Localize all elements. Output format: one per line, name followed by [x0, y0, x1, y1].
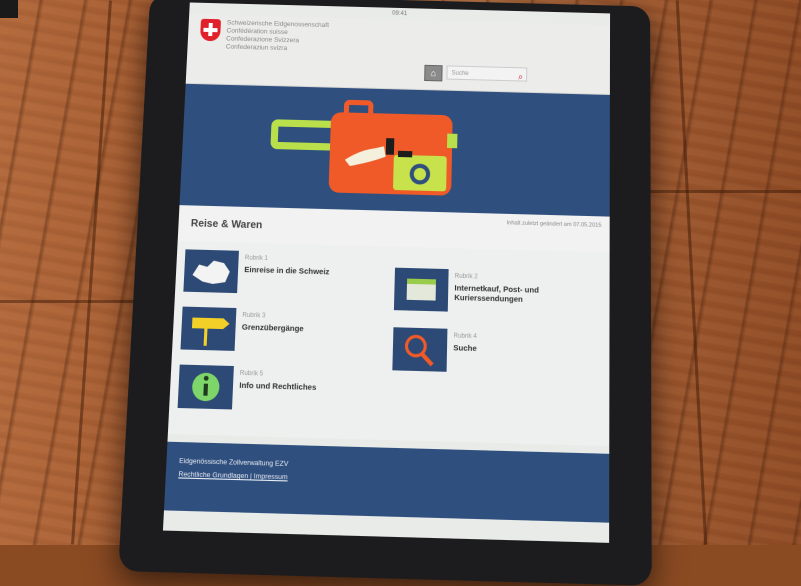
ipad-device: 09:41 Schweizerische Eidgenossenschaft C… — [118, 0, 652, 586]
signpost-icon — [180, 306, 237, 351]
item-rubrik: Rubrik 1 — [244, 255, 268, 263]
floor-plank-seam — [0, 300, 150, 303]
last-updated-text: Inhalt zuletzt geändert am 07.05.2015 — [506, 220, 602, 229]
footer-links[interactable]: Rechtliche Grundlagen | Impressum — [178, 471, 288, 482]
site-footer: Eidgenössische Zollverwaltung EZV Rechtl… — [163, 441, 610, 523]
confederation-line: Confederaziun svizra — [225, 43, 288, 53]
home-icon: ⌂ — [430, 67, 437, 79]
floor-plank-seam — [650, 190, 801, 193]
swiss-cross-logo-icon — [199, 18, 222, 42]
swiss-map-icon — [183, 249, 239, 294]
list-item-internetkauf[interactable]: Rubrik 2 Internetkauf, Post- und Kuriers… — [393, 267, 602, 320]
list-item-grenzuebergaenge[interactable]: Rubrik 3 Grenzübergänge — [180, 306, 379, 360]
home-button[interactable]: ⌂ — [424, 64, 443, 82]
suitcase-illustration-icon — [179, 84, 458, 196]
search-placeholder: Suche — [451, 70, 469, 78]
item-label: Internetkauf, Post- und Kurierssendungen — [454, 283, 539, 305]
image-corner-mark — [0, 0, 18, 18]
item-rubrik: Rubrik 2 — [454, 273, 478, 281]
site-header: Schweizerische Eidgenossenschaft Confédé… — [185, 14, 611, 95]
item-label: Grenzübergänge — [241, 322, 304, 334]
item-label: Info und Rechtliches — [239, 380, 317, 393]
item-rubrik: Rubrik 3 — [242, 312, 266, 320]
info-icon — [177, 364, 234, 410]
magnifier-icon — [392, 327, 448, 372]
tablet-screen: 09:41 Schweizerische Eidgenossenschaft C… — [162, 2, 611, 543]
item-rubrik: Rubrik 4 — [453, 333, 477, 341]
list-item-suche[interactable]: Rubrik 4 Suche — [392, 327, 601, 380]
footer-org: Eidgenössische Zollverwaltung EZV — [178, 457, 289, 469]
item-label: Suche — [453, 342, 477, 354]
search-input[interactable]: Suche ⌕ — [446, 65, 528, 83]
confederation-name: Schweizerische Eidgenossenschaft Confédé… — [226, 19, 330, 54]
list-item-info[interactable]: Rubrik 5 Info und Rechtliches — [177, 364, 377, 418]
hero-banner — [179, 83, 610, 217]
list-item-einreise[interactable]: Rubrik 1 Einreise in die Schweiz — [183, 249, 381, 301]
category-list: Rubrik 1 Einreise in die Schweiz Rubrik … — [167, 240, 610, 447]
package-icon — [393, 267, 449, 312]
item-label: Einreise in die Schweiz — [244, 264, 330, 277]
page-title: Reise & Waren — [190, 217, 263, 232]
search-icon[interactable]: ⌕ — [518, 69, 523, 83]
item-rubrik: Rubrik 5 — [239, 370, 264, 378]
